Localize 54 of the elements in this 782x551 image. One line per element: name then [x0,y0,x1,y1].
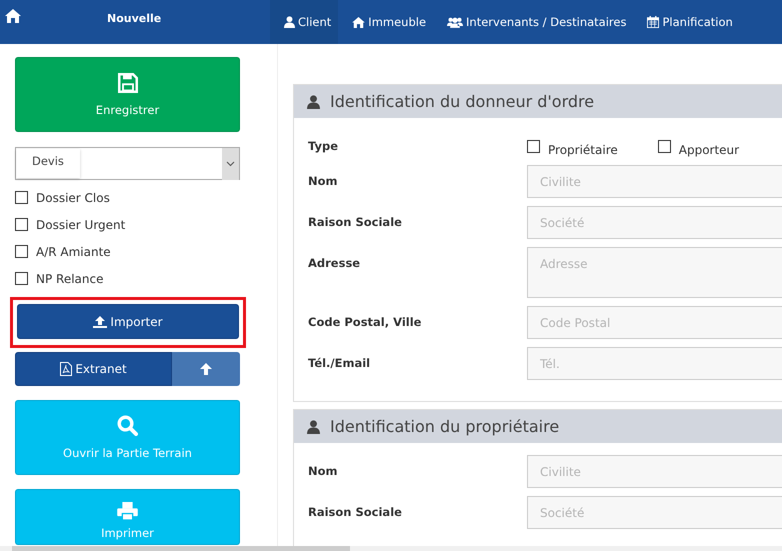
field-label: Raison Sociale [308,504,403,521]
arrow-up-icon [200,363,212,375]
horizontal-scrollbar[interactable] [0,546,782,551]
text-field[interactable]: Société [527,206,782,239]
users-icon [447,16,464,28]
field-label: Nom [308,463,339,480]
address-field[interactable]: Adresse [527,247,782,298]
status-select[interactable]: Devis [15,147,240,180]
checkbox-label: Dossier Clos [36,190,110,204]
field-label: Raison Sociale [308,214,403,231]
caret-icon [222,148,239,180]
checkbox-label: NP Relance [36,272,104,286]
field-label: Nom [308,173,339,190]
extranet-button[interactable]: Extranet [15,352,172,386]
field-label: Tél./Email [308,355,372,372]
search-icon [117,415,138,436]
checkbox[interactable] [15,218,28,231]
checkbox[interactable] [527,140,540,153]
import-button[interactable]: Importer [17,304,239,339]
checkbox-label: Propriétaire [548,143,618,157]
upload-arrow-button[interactable] [172,352,240,386]
field-label: Adresse [308,255,362,272]
panel-title: Identification du donneur d'ordre [330,92,594,111]
text-field[interactable]: Civilite [527,165,782,198]
tooltip: Devis [16,149,80,178]
nav-tab[interactable]: Intervenants / Destinataires [433,0,634,44]
user-icon [284,16,295,28]
user-icon [307,420,320,434]
checkbox[interactable] [15,272,28,285]
checkbox-label: Dossier Urgent [36,218,126,232]
text-field[interactable]: Tél. [527,347,782,380]
upload-icon [93,316,108,328]
checkbox-label: A/R Amiante [36,244,111,258]
checkbox-label: Apporteur [678,143,740,157]
nav-tab[interactable]: Immeuble [338,0,434,44]
home-icon[interactable] [5,9,21,23]
page-title: Nouvelle [107,12,162,25]
printer-icon [117,502,138,520]
panel-title: Identification du propriétaire [330,417,560,436]
field-label: Code Postal, Ville [308,314,422,331]
text-field[interactable]: Civilite [527,455,782,488]
checkbox[interactable] [15,191,28,204]
checkbox[interactable] [658,140,671,153]
pdf-file-icon [60,362,72,376]
text-field[interactable]: Code Postal [527,306,782,339]
nav-tab[interactable]: Client [270,0,338,44]
calendar-icon [647,16,660,28]
home-icon [352,16,366,28]
checkbox[interactable] [15,245,28,258]
save-icon [118,72,138,92]
nav-tab[interactable]: Planification [633,0,740,44]
text-field[interactable]: Société [527,496,782,529]
field-label: Type [308,138,340,155]
user-icon [307,94,320,108]
